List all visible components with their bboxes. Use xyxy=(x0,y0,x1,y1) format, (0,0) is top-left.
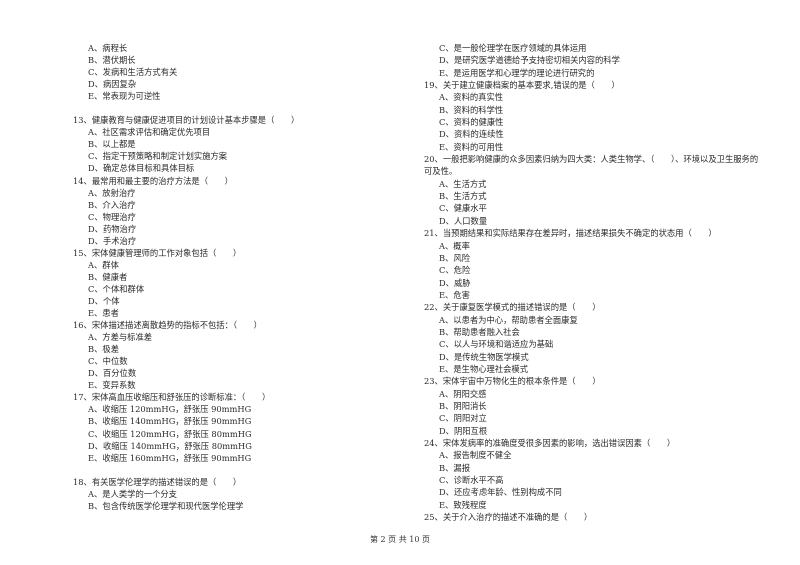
question-text: 16、宋体描述描述离散趋势的指标不包括：（ ） xyxy=(73,320,262,331)
answer-option: C、诊断水平不高 xyxy=(439,475,504,486)
answer-option: A、收缩压 120mmHG，舒张压 90mmHG xyxy=(88,404,252,415)
answer-option: E、是生物心理社会模式 xyxy=(439,363,529,374)
answer-option: A、病程长 xyxy=(88,43,128,53)
question-text: 13、健康教育与健康促进项目的计划设计基本步骤是（ ） xyxy=(73,115,300,126)
question-text: 22、关于康复医学模式的描述错误的是（ ） xyxy=(424,302,601,313)
answer-option: E、危害 xyxy=(439,289,470,300)
answer-option: B、极差 xyxy=(88,344,119,355)
answer-option: C、中位数 xyxy=(88,356,128,367)
question-text: 14、最常用和最主要的治疗方法是（ ） xyxy=(73,175,233,186)
question-text: 18、有关医学伦理学的描述错误的是（ ） xyxy=(73,476,242,487)
answer-option: D、病因复杂 xyxy=(88,79,137,90)
answer-option: B、潜伏期长 xyxy=(88,55,136,66)
answer-option: C、发病和生活方式有关 xyxy=(88,67,178,78)
answer-option: A、放射治疗 xyxy=(88,187,136,198)
answer-option: E、是运用医学和心理学的理论进行研究的 xyxy=(439,67,595,78)
answer-option: C、资料的健康性 xyxy=(439,117,504,128)
answer-option: A、以患者为中心，帮助患者全面康复 xyxy=(439,314,578,325)
answer-option: B、阴阳消长 xyxy=(439,400,487,411)
answer-option: A、资料的真实性 xyxy=(439,92,504,103)
answer-option: C、物理治疗 xyxy=(88,211,136,222)
answer-option: B、资料的科学性 xyxy=(439,104,504,115)
answer-option: A、群体 xyxy=(88,259,119,270)
answer-option: B、健康者 xyxy=(88,271,128,282)
question-text-continued: 可及性。 xyxy=(424,166,458,177)
answer-option: A、社区需求评估和确定优先项目 xyxy=(88,127,211,138)
answer-option: D、资料的连续性 xyxy=(439,129,504,140)
answer-option: C、健康水平 xyxy=(439,203,487,214)
answer-option: C、个体和群体 xyxy=(88,283,145,294)
answer-option: D、阴阳互根 xyxy=(439,425,488,436)
question-text: 25、关于介入治疗的描述不准确的是（ ） xyxy=(424,512,593,523)
answer-option: D、是传统生物医学模式 xyxy=(439,351,529,362)
answer-option: D、威胁 xyxy=(439,277,471,288)
answer-option: A、概率 xyxy=(439,240,470,251)
answer-option: C、指定干预策略和制定计划实施方案 xyxy=(88,151,228,162)
answer-option: B、以上都是 xyxy=(88,139,136,150)
answer-option: D、药物治疗 xyxy=(88,223,137,234)
question-text: 17、宋体高血压收缩压和舒张压的诊断标准：（ ） xyxy=(73,392,271,403)
answer-option: C、是一般伦理学在医疗领域的具体运用 xyxy=(439,43,587,53)
answer-option: B、漏报 xyxy=(439,462,470,473)
answer-option: A、是人类学的一个分支 xyxy=(88,488,177,499)
answer-option: D、还应考虑年龄、性别构成不同 xyxy=(439,487,562,498)
answer-option: C、收缩压 120mmHG，舒张压 80mmHG xyxy=(88,428,252,439)
right-column: C、是一般伦理学在医疗领域的具体运用 D、是研究医学道德给予支持密切相关内容的科学… xyxy=(424,42,774,523)
answer-option: E、收缩压 160mmHG，舒张压 90mmHG xyxy=(88,452,252,463)
left-column: A、病程长 B、潜伏期长 C、发病和生活方式有关 D、病因复杂 E、常表现为可逆性 13、… xyxy=(73,42,403,512)
answer-option: B、风险 xyxy=(439,252,470,263)
answer-option: C、以人与环境和谐适应为基础 xyxy=(439,339,554,350)
answer-option: B、介入治疗 xyxy=(88,199,136,210)
answer-option: E、资料的可用性 xyxy=(439,141,504,152)
answer-option: B、收缩压 140mmHG，舒张压 90mmHG xyxy=(88,416,252,427)
answer-option: C、阴阳对立 xyxy=(439,413,487,424)
question-text: 24、宋体发病率的准确度受很多因素的影响，选出错误因素（ ） xyxy=(424,438,676,448)
answer-option: E、患者 xyxy=(88,308,119,319)
question-text: 23、宋体宇宙中万物化生的根本条件是（ ） xyxy=(424,376,601,387)
answer-option: E、致残程度 xyxy=(439,499,487,510)
answer-option: D、手术治疗 xyxy=(88,235,137,246)
answer-option: D、收缩压 140mmHG，舒张压 80mmHG xyxy=(88,440,252,451)
answer-option: B、生活方式 xyxy=(439,191,487,202)
answer-option: C、危险 xyxy=(439,265,471,276)
question-text: 21、当预期结果和实际结果存在差异时，描述结果损失不确定的状态用（ ） xyxy=(424,228,717,239)
answer-option: A、报告制度不健全 xyxy=(439,450,512,461)
answer-option: D、是研究医学道德给予支持密切相关内容的科学 xyxy=(439,55,620,66)
answer-option: E、变异系数 xyxy=(88,380,136,391)
answer-option: D、个体 xyxy=(88,295,120,306)
answer-option: D、百分位数 xyxy=(88,368,137,379)
answer-option: D、人口数量 xyxy=(439,215,488,226)
answer-option: A、生活方式 xyxy=(439,178,487,189)
answer-option: A、阴阳交感 xyxy=(439,388,487,399)
answer-option: A、方差与标准差 xyxy=(88,332,153,343)
question-text: 20、一般把影响健康的众多因素归纳为四大类：人类生物学、（ ）、环境以及卫生服务… xyxy=(424,154,759,165)
question-text: 19、关于建立健康档案的基本要求,错误的是（ ） xyxy=(424,80,620,91)
page-number: 第 2 页 共 10 页 xyxy=(370,535,430,544)
answer-option: B、帮助患者融入社会 xyxy=(439,326,520,337)
question-text: 15、宋体健康管理师的工作对象包括（ ） xyxy=(73,247,242,258)
answer-option: E、常表现为可逆性 xyxy=(88,91,161,102)
answer-option: B、包含传统医学伦理学和现代医学伦理学 xyxy=(88,500,244,511)
answer-option: D、确定总体目标和具体目标 xyxy=(88,163,195,174)
